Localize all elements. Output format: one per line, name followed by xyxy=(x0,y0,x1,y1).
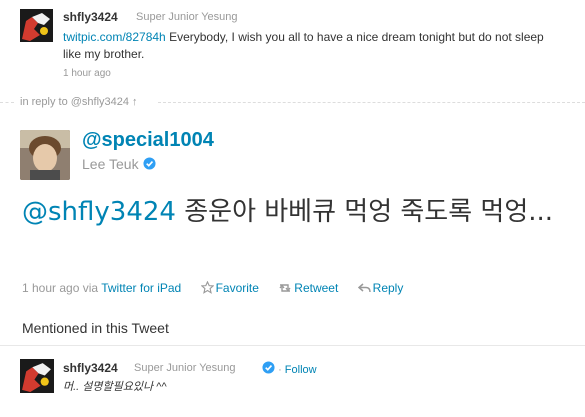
avatar[interactable] xyxy=(20,130,70,180)
full-name: Super Junior Yesung xyxy=(134,362,236,374)
separator-dot: · xyxy=(278,364,282,376)
full-name-row: Lee Teuk xyxy=(82,156,156,172)
timestamp[interactable]: 1 hour ago xyxy=(22,281,79,295)
tweet-actions: 1 hour ago via Twitter for iPad Favorite… xyxy=(22,280,567,295)
in-reply-to-link[interactable]: in reply to @shfly3424 ↑ xyxy=(20,96,138,108)
avatar[interactable] xyxy=(20,9,53,42)
screen-name[interactable]: @special1004 xyxy=(82,129,214,152)
retweet-label[interactable]: Retweet xyxy=(294,281,338,295)
tweet-body: 종운아 바베큐 먹엉 죽도록 먹엉... xyxy=(175,197,554,227)
reply-button[interactable]: Reply xyxy=(357,281,404,295)
verified-badge-icon xyxy=(262,361,275,374)
favorite-label[interactable]: Favorite xyxy=(216,281,259,295)
follow-link[interactable]: Follow xyxy=(285,364,317,376)
tweet-text: twitpic.com/82784h Everybody, I wish you… xyxy=(63,29,563,63)
timestamp[interactable]: 1 hour ago xyxy=(63,68,111,79)
full-name: Lee Teuk xyxy=(82,156,139,172)
screen-name[interactable]: shfly3424 xyxy=(63,361,118,375)
mention-link[interactable]: @shfly3424 xyxy=(22,197,176,227)
via-label: via xyxy=(82,281,99,295)
retweet-icon xyxy=(279,284,291,292)
twitpic-link[interactable]: twitpic.com/82784h xyxy=(63,30,166,44)
verified-badge-icon xyxy=(143,157,156,170)
user-bio: 머.. 설명할필요있나 ^^ xyxy=(63,381,167,393)
retweet-button[interactable]: Retweet xyxy=(278,281,341,295)
star-icon xyxy=(200,280,214,294)
screen-name[interactable]: shfly3424 xyxy=(63,10,118,24)
follow-row: · Follow xyxy=(262,361,317,376)
divider xyxy=(0,345,585,346)
avatar[interactable] xyxy=(20,359,54,393)
reply-icon xyxy=(357,283,371,293)
divider-line xyxy=(0,102,14,103)
mentioned-heading: Mentioned in this Tweet xyxy=(22,320,169,336)
tweet-text: @shfly3424 종운아 바베큐 먹엉 죽도록 먹엉... xyxy=(22,194,567,230)
reply-label[interactable]: Reply xyxy=(373,281,404,295)
divider-line xyxy=(158,102,585,103)
in-reply-to-divider: in reply to @shfly3424 ↑ xyxy=(0,96,585,108)
full-name: Super Junior Yesung xyxy=(136,11,238,23)
client-link[interactable]: Twitter for iPad xyxy=(101,281,181,295)
replied-to-tweet: shfly3424 Super Junior Yesung twitpic.co… xyxy=(0,0,585,88)
favorite-button[interactable]: Favorite xyxy=(200,280,263,295)
